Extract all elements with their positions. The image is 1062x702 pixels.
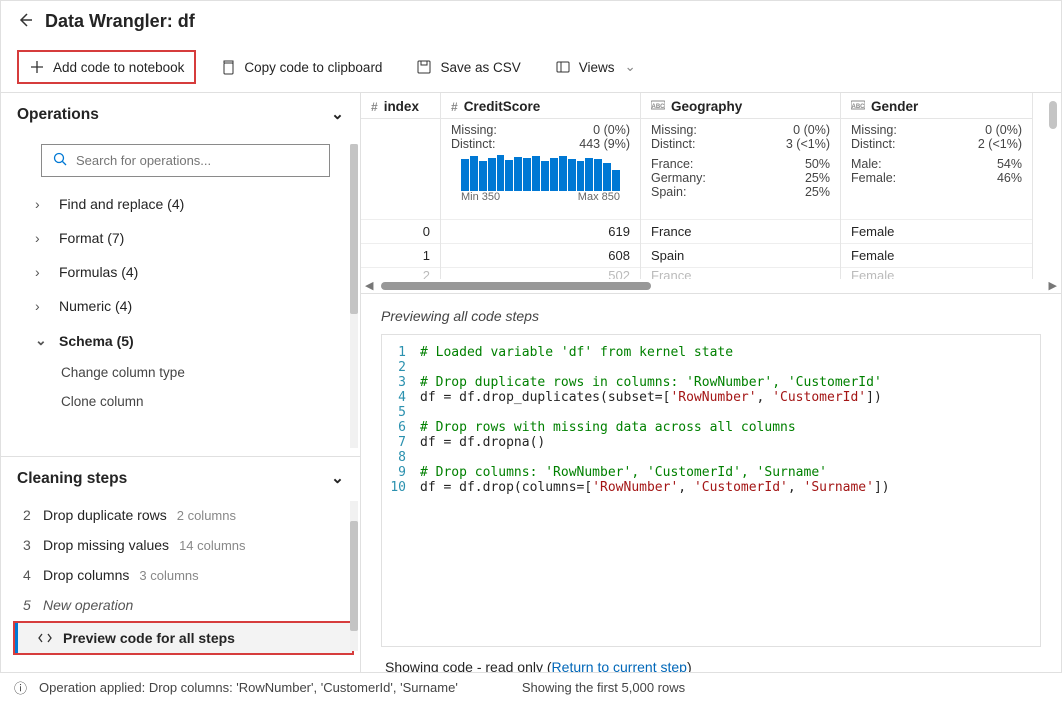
plus-icon	[29, 59, 45, 75]
chevron-down-icon: ⌄	[331, 469, 344, 488]
column-header[interactable]: ABCGeography	[641, 93, 840, 119]
operation-item[interactable]: Clone column	[31, 387, 348, 416]
column-header[interactable]: #index	[361, 93, 440, 119]
chevron-down-icon: ⌄	[625, 59, 636, 75]
numeric-icon: #	[371, 100, 378, 114]
copy-icon	[220, 59, 236, 75]
code-caption: Previewing all code steps	[381, 308, 1041, 324]
chevron-right-icon: ›	[35, 264, 45, 280]
grid-vscrollbar[interactable]	[1049, 101, 1057, 301]
info-icon: ⓘ	[14, 678, 27, 697]
text-icon: ABC	[851, 99, 865, 114]
save-icon	[416, 59, 432, 75]
operation-group[interactable]: ›Formulas (4)	[31, 255, 348, 289]
cleaning-step[interactable]: 2Drop duplicate rows2 columns	[1, 500, 360, 530]
chevron-down-icon: ⌄	[35, 332, 45, 349]
table-cell[interactable]: Female	[841, 243, 1032, 267]
table-cell[interactable]: Female	[841, 219, 1032, 243]
copy-code-button[interactable]: Copy code to clipboard	[210, 52, 392, 82]
svg-text:ABC: ABC	[652, 104, 666, 110]
preview-all-steps[interactable]: Preview code for all steps	[15, 623, 352, 653]
operations-scrollbar[interactable]	[350, 144, 358, 448]
chevron-right-icon: ›	[35, 298, 45, 314]
page-title: Data Wrangler: df	[45, 11, 195, 32]
operation-group[interactable]: ›Numeric (4)	[31, 289, 348, 323]
cleaning-step[interactable]: 4Drop columns3 columns	[1, 560, 360, 590]
scroll-left-icon[interactable]: ◀	[365, 279, 373, 292]
statusbar: ⓘ Operation applied: Drop columns: 'RowN…	[0, 672, 1062, 702]
views-button[interactable]: Views ⌄	[545, 52, 646, 82]
table-cell[interactable]: Female	[841, 267, 1032, 279]
column-header[interactable]: ABCGender	[841, 93, 1032, 119]
operation-group[interactable]: ›Format (7)	[31, 221, 348, 255]
table-cell[interactable]: 1	[361, 243, 440, 267]
panel-icon	[555, 59, 571, 75]
table-cell[interactable]: 0	[361, 219, 440, 243]
search-icon	[52, 151, 68, 170]
operations-header[interactable]: Operations ⌄	[1, 93, 360, 136]
code-icon	[37, 630, 53, 646]
svg-text:ABC: ABC	[852, 104, 866, 110]
chevron-right-icon: ›	[35, 230, 45, 246]
chevron-right-icon: ›	[35, 196, 45, 212]
column-stats: Missing:0 (0%)Distinct:3 (<1%)France:50%…	[641, 119, 840, 219]
add-code-button[interactable]: Add code to notebook	[17, 50, 196, 84]
table-cell[interactable]: 502	[441, 267, 640, 279]
grid-hscrollbar[interactable]: ◀ ▶	[361, 279, 1061, 293]
table-cell[interactable]: France	[641, 219, 840, 243]
operation-group[interactable]: ›Find and replace (4)	[31, 187, 348, 221]
table-cell[interactable]: Spain	[641, 243, 840, 267]
cleaning-scrollbar[interactable]	[350, 501, 358, 651]
scroll-right-icon[interactable]: ▶	[1049, 279, 1057, 292]
save-csv-button[interactable]: Save as CSV	[406, 52, 530, 82]
column-stats	[361, 119, 440, 219]
table-cell[interactable]: 608	[441, 243, 640, 267]
back-icon[interactable]	[17, 12, 33, 31]
table-cell[interactable]: 2	[361, 267, 440, 279]
table-cell[interactable]: 619	[441, 219, 640, 243]
column-header[interactable]: #CreditScore	[441, 93, 640, 119]
search-input[interactable]	[41, 144, 330, 177]
code-preview: 1# Loaded variable 'df' from kernel stat…	[381, 334, 1041, 647]
histogram: Min 350Max 850	[451, 151, 630, 201]
cleaning-step[interactable]: 3Drop missing values14 columns	[1, 530, 360, 560]
cleaning-step[interactable]: 5New operation	[1, 590, 360, 620]
cleaning-header[interactable]: Cleaning steps ⌄	[1, 457, 360, 500]
toolbar: Add code to notebook Copy code to clipbo…	[1, 42, 1061, 92]
chevron-down-icon: ⌄	[331, 105, 344, 124]
text-icon: ABC	[651, 99, 665, 114]
operation-group[interactable]: ⌄Schema (5)	[31, 323, 348, 358]
column-stats: Missing:0 (0%)Distinct:2 (<1%)Male:54%Fe…	[841, 119, 1032, 219]
operation-item[interactable]: Change column type	[31, 358, 348, 387]
numeric-icon: #	[451, 100, 458, 114]
table-cell[interactable]: France	[641, 267, 840, 279]
column-stats: Missing:0 (0%)Distinct:443 (9%)Min 350Ma…	[441, 119, 640, 219]
